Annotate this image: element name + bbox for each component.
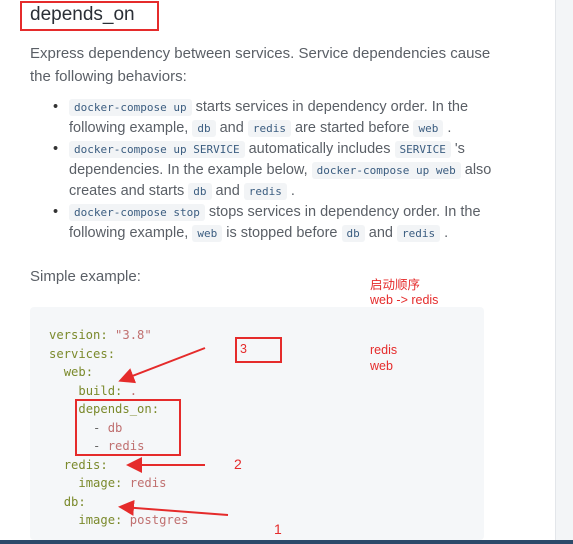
annotation-arrows	[118, 347, 229, 516]
arrow-icon	[118, 347, 206, 384]
arrow-icon	[118, 499, 229, 516]
